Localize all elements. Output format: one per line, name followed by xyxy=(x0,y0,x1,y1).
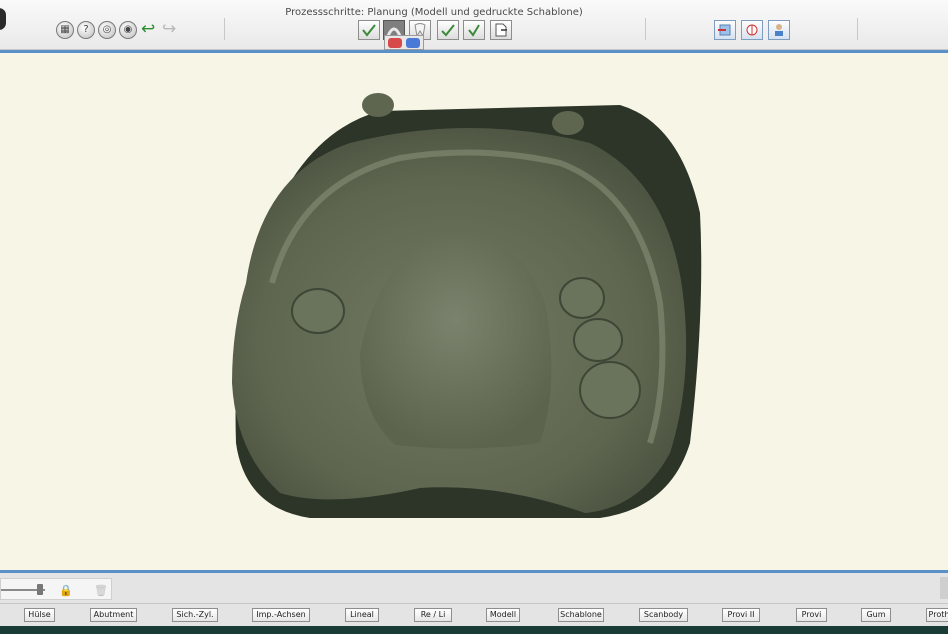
provi-button[interactable]: Provi xyxy=(796,608,827,622)
toolbar-divider xyxy=(857,18,858,40)
hulse-button[interactable]: Hülse xyxy=(24,608,55,622)
3d-viewport[interactable] xyxy=(0,53,948,570)
lock-icon[interactable]: 🔒 xyxy=(59,584,73,597)
right-stub xyxy=(552,111,584,135)
implant-icon xyxy=(746,24,758,36)
person-icon xyxy=(775,24,783,36)
imp-achsen-button[interactable]: Imp.-Achsen xyxy=(252,608,310,622)
trash-icon: 🗑 xyxy=(94,584,108,597)
gum-button[interactable]: Gum xyxy=(861,608,891,622)
scanbody-button[interactable]: Scanbody xyxy=(639,608,688,622)
template-subtool-icon[interactable] xyxy=(406,38,420,48)
person-view-button[interactable] xyxy=(768,20,790,40)
abutment-button[interactable]: Abutment xyxy=(90,608,137,622)
template-check-icon xyxy=(441,24,455,37)
toolbar-divider xyxy=(224,18,225,40)
undo-icon[interactable]: ↩ xyxy=(141,20,155,38)
right-molar-2 xyxy=(573,318,623,362)
step-template-button[interactable] xyxy=(437,20,459,40)
lineal-button[interactable]: Lineal xyxy=(345,608,379,622)
visibility-button-bar: Hülse Abutment Sich.-Zyl. Imp.-Achsen Li… xyxy=(0,604,948,626)
model-subtool-icon[interactable] xyxy=(388,38,402,48)
step-export-button[interactable] xyxy=(490,20,512,40)
app-window: Prozessschritte: Planung (Modell und ged… xyxy=(0,0,948,634)
right-edge-handle xyxy=(940,577,948,599)
modell-button[interactable]: Modell xyxy=(486,608,520,622)
dental-model-render[interactable] xyxy=(0,53,948,570)
step-verify-button[interactable] xyxy=(463,20,485,40)
check-icon xyxy=(362,24,376,37)
top-toolbar: Prozessschritte: Planung (Modell und ged… xyxy=(0,0,948,50)
step-import-button[interactable] xyxy=(358,20,380,40)
provi-ii-button[interactable]: Provi II xyxy=(722,608,760,622)
planning-subtools xyxy=(384,35,424,50)
export-view-button[interactable] xyxy=(714,20,736,40)
slider-bar: 🔒 🗑 xyxy=(0,573,948,604)
slider-thumb[interactable] xyxy=(37,584,43,595)
help-icon[interactable]: ? xyxy=(77,21,95,39)
schablone-button[interactable]: Schablone xyxy=(558,608,604,622)
left-stub xyxy=(362,93,394,117)
transparency-slider-panel: 🔒 🗑 xyxy=(0,578,112,600)
export-icon xyxy=(495,23,507,37)
re-li-button[interactable]: Re / Li xyxy=(414,608,452,622)
redo-icon[interactable]: ↪ xyxy=(162,20,176,38)
sich-zyl-button[interactable]: Sich.-Zyl. xyxy=(172,608,218,622)
save-icon[interactable]: ▦ xyxy=(56,21,74,39)
left-molar xyxy=(291,288,345,334)
implant-view-button[interactable] xyxy=(741,20,763,40)
toolbar-divider xyxy=(645,18,646,40)
right-molar-3 xyxy=(579,361,641,419)
arrow-box-icon xyxy=(718,24,731,36)
taskbar xyxy=(0,626,948,634)
verify-check-icon xyxy=(468,24,480,37)
right-molar-1 xyxy=(559,277,605,319)
camera-icon[interactable]: ◉ xyxy=(119,21,137,39)
proth-button[interactable]: Proth xyxy=(926,608,948,622)
window-title: Prozessschritte: Planung (Modell und ged… xyxy=(285,7,583,18)
view-icon[interactable]: ◎ xyxy=(98,21,116,39)
